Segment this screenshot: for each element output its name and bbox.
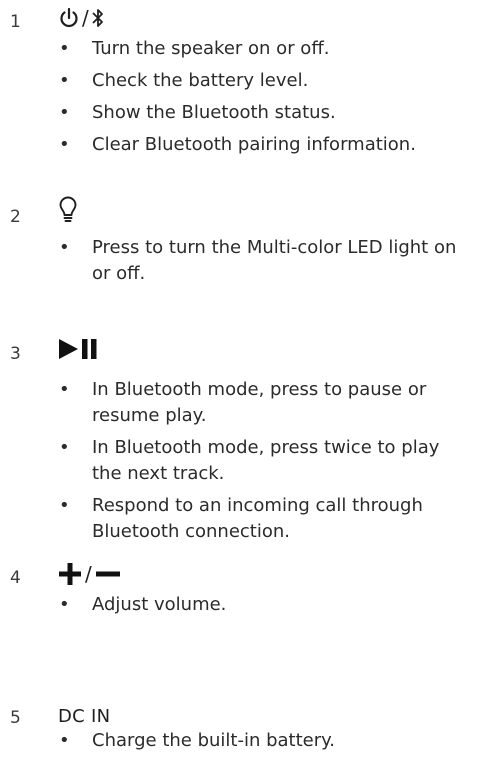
bullet-marker: • (59, 237, 70, 258)
list-item: • In Bluetooth mode, press twice to play … (58, 435, 468, 487)
section-number: 5 (10, 708, 21, 728)
section-heading: / (58, 562, 121, 586)
list-item-text: Press to turn the Multi-color LED light … (92, 237, 457, 284)
section-heading (58, 338, 102, 360)
section-number: 1 (10, 12, 21, 32)
list-item: • Turn the speaker on or off. (58, 36, 468, 62)
bullet-marker: • (59, 594, 70, 615)
list-item: • Charge the built-in battery. (58, 728, 468, 754)
plus-icon (58, 562, 82, 586)
icon-separator: / (82, 6, 89, 30)
section-heading: DC IN (58, 706, 110, 727)
list-item-text: Turn the speaker on or off. (92, 38, 330, 59)
section-heading: / (58, 6, 105, 30)
bullet-marker: • (59, 134, 70, 155)
bullet-marker: • (59, 730, 70, 751)
list-item-text: Charge the built-in battery. (92, 730, 335, 751)
bullet-list: • Turn the speaker on or off. • Check the … (58, 36, 468, 164)
list-item-text: Check the battery level. (92, 70, 309, 91)
bullet-marker: • (59, 437, 70, 458)
list-item-text: Adjust volume. (92, 594, 227, 615)
list-item: • Press to turn the Multi-color LED light… (58, 235, 468, 287)
bullet-list: • Press to turn the Multi-color LED light… (58, 235, 468, 293)
bullet-marker: • (59, 70, 70, 91)
list-item: • In Bluetooth mode, press to pause or re… (58, 377, 468, 429)
section-heading (58, 196, 78, 224)
light-bulb-icon (58, 196, 78, 224)
bullet-marker: • (59, 38, 70, 59)
list-item-text: Respond to an incoming call through Blue… (92, 495, 423, 542)
bullet-list: • In Bluetooth mode, press to pause or re… (58, 377, 468, 551)
section-number: 4 (10, 568, 21, 588)
dc-in-label: DC IN (58, 706, 111, 727)
bluetooth-icon (91, 7, 105, 29)
icon-separator: / (85, 562, 92, 586)
list-item-text: Show the Bluetooth status. (92, 102, 336, 123)
list-item: • Respond to an incoming call through Blu… (58, 493, 468, 545)
play-pause-icon (58, 338, 102, 360)
list-item: • Adjust volume. (58, 592, 468, 618)
minus-icon (95, 562, 121, 586)
bullet-list: • Charge the built-in battery. (58, 728, 468, 760)
list-item-text: In Bluetooth mode, press twice to play t… (92, 437, 440, 484)
bullet-marker: • (59, 495, 70, 516)
bullet-marker: • (59, 102, 70, 123)
section-number: 2 (10, 207, 21, 227)
bullet-marker: • (59, 379, 70, 400)
section-number: 3 (10, 344, 21, 364)
list-item: • Show the Bluetooth status. (58, 100, 468, 126)
list-item-text: Clear Bluetooth pairing information. (92, 134, 416, 155)
bullet-list: • Adjust volume. (58, 592, 468, 624)
list-item: • Clear Bluetooth pairing information. (58, 132, 468, 158)
list-item: • Check the battery level. (58, 68, 468, 94)
power-icon (58, 6, 80, 30)
list-item-text: In Bluetooth mode, press to pause or res… (92, 379, 427, 426)
